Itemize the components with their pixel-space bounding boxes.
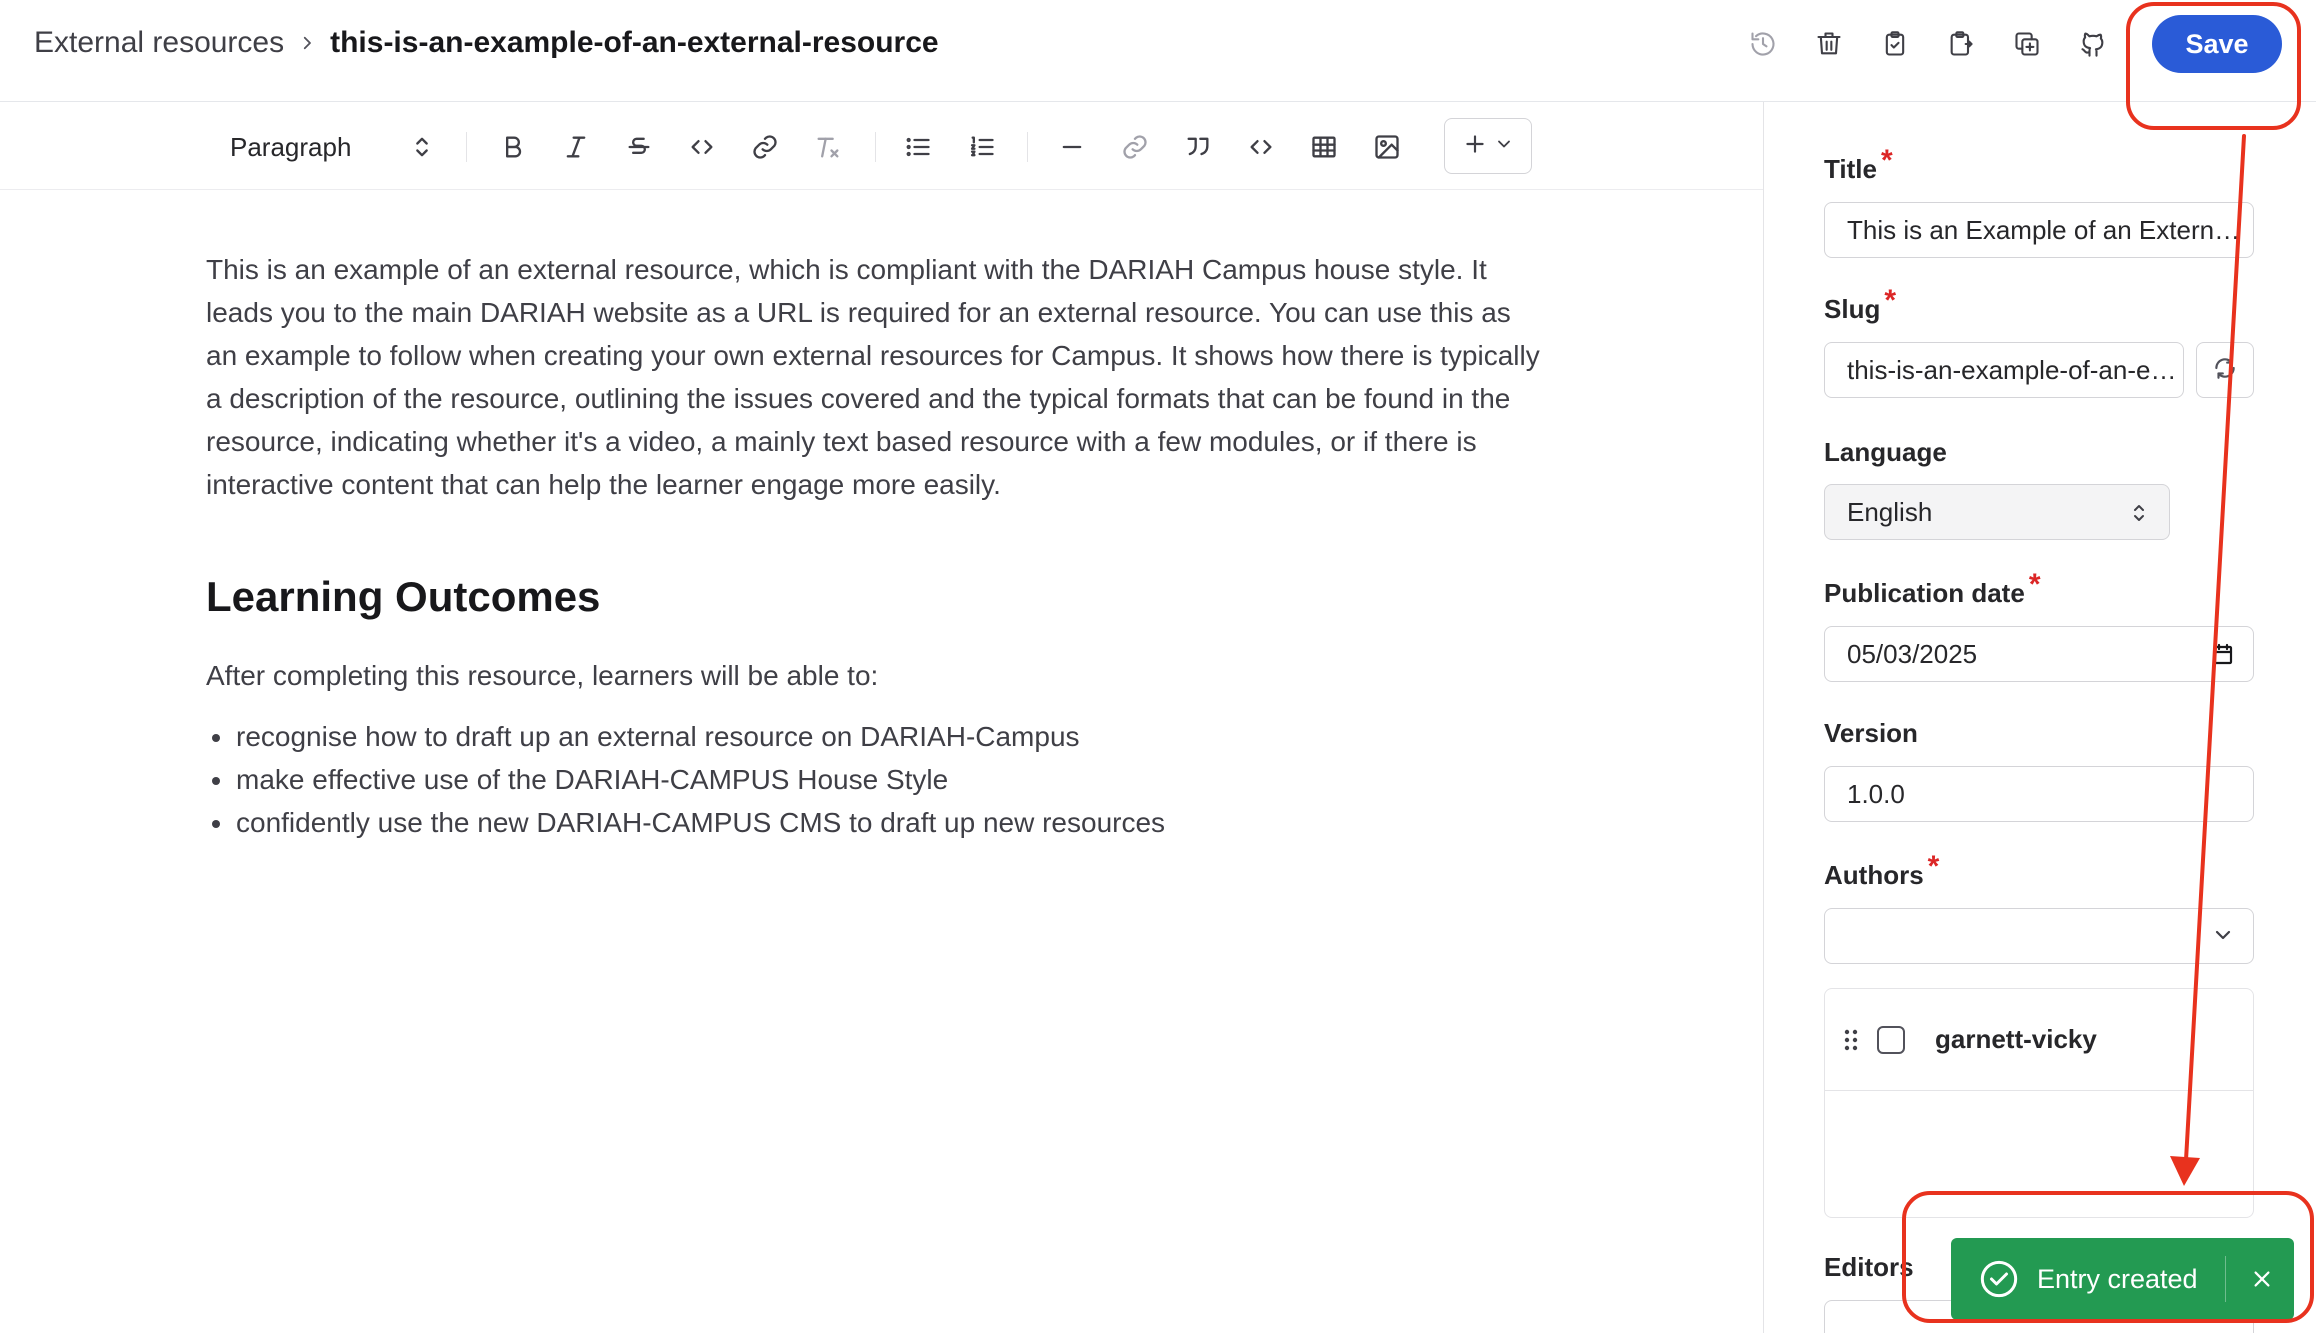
link-icon[interactable] bbox=[740, 124, 790, 170]
header: External resources this-is-an-example-of… bbox=[0, 0, 2316, 102]
outcomes-list: recognise how to draft up an external re… bbox=[206, 715, 1546, 844]
check-circle-icon bbox=[1979, 1259, 2019, 1299]
insert-menu-button[interactable] bbox=[1444, 118, 1532, 174]
toolbar-divider bbox=[466, 132, 467, 162]
clear-format-icon[interactable] bbox=[803, 124, 853, 170]
regenerate-slug-button[interactable] bbox=[2196, 342, 2254, 398]
history-icon[interactable] bbox=[1730, 14, 1796, 74]
calendar-icon[interactable] bbox=[2211, 641, 2235, 674]
bullet-list-icon[interactable] bbox=[893, 124, 943, 170]
toolbar-divider bbox=[1027, 132, 1028, 162]
close-icon[interactable] bbox=[2241, 1258, 2283, 1300]
list-item: make effective use of the DARIAH-CAMPUS … bbox=[206, 758, 1546, 801]
chevron-down-icon bbox=[1494, 134, 1514, 159]
export-icon[interactable] bbox=[1928, 14, 1994, 74]
image-icon[interactable] bbox=[1362, 124, 1412, 170]
version-field[interactable]: 1.0.0 bbox=[1824, 766, 2254, 822]
publication-date-label: Publication date * bbox=[1824, 568, 2041, 608]
slug-label: Slug * bbox=[1824, 284, 1897, 324]
chevron-down-icon bbox=[2211, 923, 2235, 954]
editor-toolbar: Paragraph bbox=[0, 102, 1763, 190]
save-button[interactable]: Save bbox=[2152, 15, 2282, 73]
toast-message: Entry created bbox=[2037, 1263, 2198, 1294]
metadata-panel: Title * This is an Example of an External… bbox=[1763, 102, 2316, 1333]
editor-content[interactable]: This is an example of an external resour… bbox=[206, 248, 1546, 844]
drag-handle-icon[interactable] bbox=[1843, 1027, 1859, 1053]
title-field[interactable]: This is an Example of an External Resour… bbox=[1824, 202, 2254, 258]
chevron-right-icon bbox=[298, 34, 316, 52]
author-name: garnett-vicky bbox=[1935, 1024, 2097, 1054]
outcomes-intro: After completing this resource, learners… bbox=[206, 660, 879, 691]
authors-list: garnett-vicky bbox=[1824, 988, 2254, 1218]
strikethrough-icon[interactable] bbox=[614, 124, 664, 170]
chevrons-up-down-icon bbox=[2127, 499, 2151, 534]
authors-label: Authors * bbox=[1824, 850, 1940, 890]
learning-outcomes-heading: Learning Outcomes bbox=[206, 573, 601, 620]
bold-icon[interactable] bbox=[488, 124, 538, 170]
plus-icon bbox=[1462, 131, 1488, 162]
ordered-list-icon[interactable] bbox=[957, 124, 1007, 170]
refresh-icon bbox=[2212, 355, 2238, 386]
language-select[interactable]: English bbox=[1824, 484, 2170, 540]
table-icon[interactable] bbox=[1299, 124, 1349, 170]
list-item: garnett-vicky bbox=[1825, 989, 2253, 1091]
block-type-select[interactable]: Paragraph bbox=[218, 120, 442, 174]
trash-icon[interactable] bbox=[1796, 14, 1862, 74]
publication-date-field[interactable]: 05/03/2025 bbox=[1824, 626, 2254, 682]
breadcrumb-parent-link[interactable]: External resources bbox=[34, 26, 284, 60]
github-icon[interactable] bbox=[2060, 14, 2126, 74]
title-label: Title * bbox=[1824, 144, 1893, 184]
duplicate-icon[interactable] bbox=[1994, 14, 2060, 74]
toolbar-divider bbox=[875, 132, 876, 162]
list-item: recognise how to draft up an external re… bbox=[206, 715, 1546, 758]
version-label: Version bbox=[1824, 718, 1918, 748]
authors-select[interactable] bbox=[1824, 908, 2254, 964]
italic-icon[interactable] bbox=[551, 124, 601, 170]
breadcrumb: External resources this-is-an-example-of… bbox=[34, 26, 939, 60]
quote-icon[interactable] bbox=[1173, 124, 1223, 170]
description-paragraph: This is an example of an external resour… bbox=[206, 254, 1540, 500]
slug-field[interactable]: this-is-an-example-of-an-external-resour… bbox=[1824, 342, 2184, 398]
editors-label: Editors bbox=[1824, 1252, 1914, 1282]
header-actions: Save bbox=[1730, 14, 2282, 74]
language-label: Language bbox=[1824, 437, 1947, 467]
code-block-icon[interactable] bbox=[1236, 124, 1286, 170]
clipboard-icon[interactable] bbox=[1862, 14, 1928, 74]
unlink-icon[interactable] bbox=[1110, 124, 1160, 170]
block-type-label: Paragraph bbox=[230, 131, 352, 162]
author-checkbox[interactable] bbox=[1877, 1025, 1905, 1054]
chevrons-up-down-icon bbox=[408, 132, 436, 169]
inline-code-icon[interactable] bbox=[677, 124, 727, 170]
breadcrumb-current: this-is-an-example-of-an-external-resour… bbox=[330, 26, 939, 59]
toast-divider bbox=[2225, 1256, 2226, 1302]
success-toast: Entry created bbox=[1951, 1238, 2294, 1320]
list-item: confidently use the new DARIAH-CAMPUS CM… bbox=[206, 801, 1546, 844]
horizontal-rule-icon[interactable] bbox=[1047, 124, 1097, 170]
